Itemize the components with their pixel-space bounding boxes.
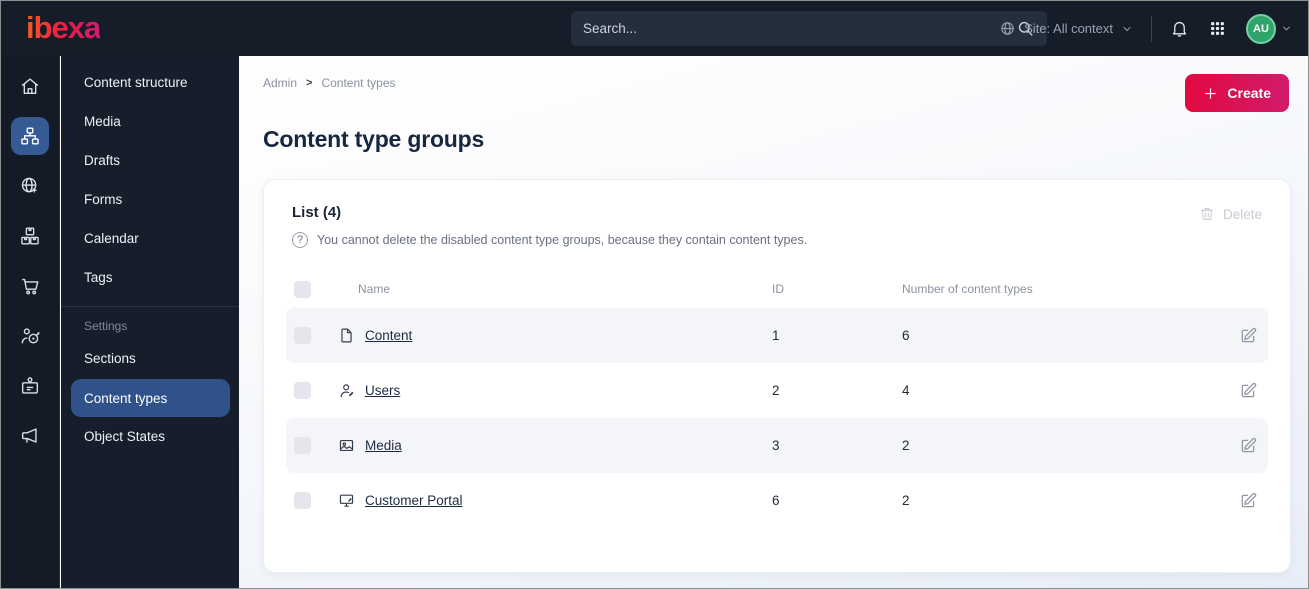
select-all-checkbox[interactable] <box>294 280 311 298</box>
breadcrumb-separator: > <box>306 77 313 89</box>
row-id: 6 <box>772 493 780 508</box>
ibexa-logo[interactable]: ibexa <box>26 9 101 47</box>
row-count: 4 <box>902 383 910 398</box>
row-link[interactable]: Customer Portal <box>365 493 463 508</box>
delete-button[interactable]: Delete <box>1199 206 1262 222</box>
list-card: List (4) ? You cannot delete the disable… <box>263 179 1291 573</box>
row-id: 2 <box>772 383 780 398</box>
content-file-icon <box>338 327 355 344</box>
site-context-label: Site: All context <box>1024 21 1113 36</box>
portal-monitor-icon <box>338 492 355 509</box>
hint-row: ? You cannot delete the disabled content… <box>286 232 1268 248</box>
sidebar-item-tags[interactable]: Tags <box>61 258 239 297</box>
search-bar <box>571 11 1047 46</box>
table-row: Customer Portal 6 2 <box>286 473 1268 528</box>
sidebar-item-sections[interactable]: Sections <box>61 339 239 378</box>
row-checkbox[interactable] <box>294 382 311 399</box>
edit-button[interactable] <box>1220 381 1268 400</box>
row-checkbox[interactable] <box>294 327 311 344</box>
top-bar: ibexa Site: All context <box>1 1 1308 56</box>
table-row: Media 3 2 <box>286 418 1268 473</box>
trash-icon <box>1199 206 1215 222</box>
search-input[interactable] <box>583 21 1016 36</box>
row-count: 6 <box>902 328 910 343</box>
chevron-down-icon <box>1281 23 1292 34</box>
row-id: 1 <box>772 328 780 343</box>
column-header-id: ID <box>772 282 784 296</box>
media-image-icon <box>338 437 355 454</box>
site-context-selector[interactable]: Site: All context <box>999 20 1133 37</box>
home-icon[interactable] <box>11 67 49 105</box>
plus-icon <box>1203 86 1218 101</box>
row-count: 2 <box>902 438 910 453</box>
user-icon <box>338 382 355 399</box>
row-checkbox[interactable] <box>294 437 311 454</box>
top-bar-controls: Site: All context AU <box>999 1 1292 56</box>
breadcrumb-current: Content types <box>321 76 396 90</box>
app-window: ibexa Site: All context <box>0 0 1309 589</box>
row-link[interactable]: Media <box>365 438 402 453</box>
list-title: List (4) <box>292 204 342 221</box>
row-count: 2 <box>902 493 910 508</box>
user-menu[interactable]: AU <box>1246 13 1292 44</box>
hint-text: You cannot delete the disabled content t… <box>317 233 808 247</box>
column-header-count: Number of content types <box>902 282 1033 296</box>
row-checkbox[interactable] <box>294 492 311 509</box>
table-row: Content 1 6 <box>286 308 1268 363</box>
cart-icon[interactable] <box>11 267 49 305</box>
apps-grid-icon[interactable] <box>1209 20 1226 37</box>
row-id: 3 <box>772 438 780 453</box>
chevron-down-icon <box>1121 23 1133 35</box>
breadcrumb: Admin > Content types <box>263 76 396 90</box>
breadcrumb-admin[interactable]: Admin <box>263 76 297 90</box>
edit-button[interactable] <box>1220 326 1268 345</box>
segments-target-icon[interactable] <box>11 317 49 355</box>
create-button[interactable]: Create <box>1185 74 1289 112</box>
sidebar-item-media[interactable]: Media <box>61 102 239 141</box>
edit-button[interactable] <box>1220 436 1268 455</box>
delete-button-label: Delete <box>1222 206 1262 222</box>
column-header-name: Name <box>358 282 391 296</box>
sidebar-menu: Content structure Media Drafts Forms Cal… <box>61 56 239 588</box>
page-title: Content type groups <box>263 126 485 152</box>
row-link[interactable]: Content <box>365 328 412 343</box>
content-tree-icon[interactable] <box>11 117 49 155</box>
sidebar-item-content-structure[interactable]: Content structure <box>61 63 239 102</box>
create-button-label: Create <box>1227 85 1271 101</box>
sidebar-item-content-types[interactable]: Content types <box>71 379 230 417</box>
campaign-megaphone-icon[interactable] <box>11 417 49 455</box>
question-circle-icon: ? <box>292 232 308 248</box>
table-header: Name ID Number of content types <box>286 270 1268 308</box>
icon-rail <box>1 56 60 588</box>
products-boxes-icon[interactable] <box>11 217 49 255</box>
avatar: AU <box>1246 13 1276 44</box>
top-bar-divider <box>1151 15 1152 42</box>
sidebar-item-forms[interactable]: Forms <box>61 180 239 219</box>
table-row: Users 2 4 <box>286 363 1268 418</box>
edit-button[interactable] <box>1220 491 1268 510</box>
row-link[interactable]: Users <box>365 383 400 398</box>
notifications-bell-icon[interactable] <box>1170 19 1189 38</box>
corporate-badge-icon[interactable] <box>11 367 49 405</box>
sidebar-item-drafts[interactable]: Drafts <box>61 141 239 180</box>
globe-icon <box>999 20 1016 37</box>
sidebar-item-calendar[interactable]: Calendar <box>61 219 239 258</box>
site-globe-icon[interactable] <box>11 167 49 205</box>
main-content: Admin > Content types Create Content typ… <box>239 56 1308 588</box>
sidebar-item-object-states[interactable]: Object States <box>61 417 239 456</box>
settings-section-label: Settings <box>84 319 128 333</box>
